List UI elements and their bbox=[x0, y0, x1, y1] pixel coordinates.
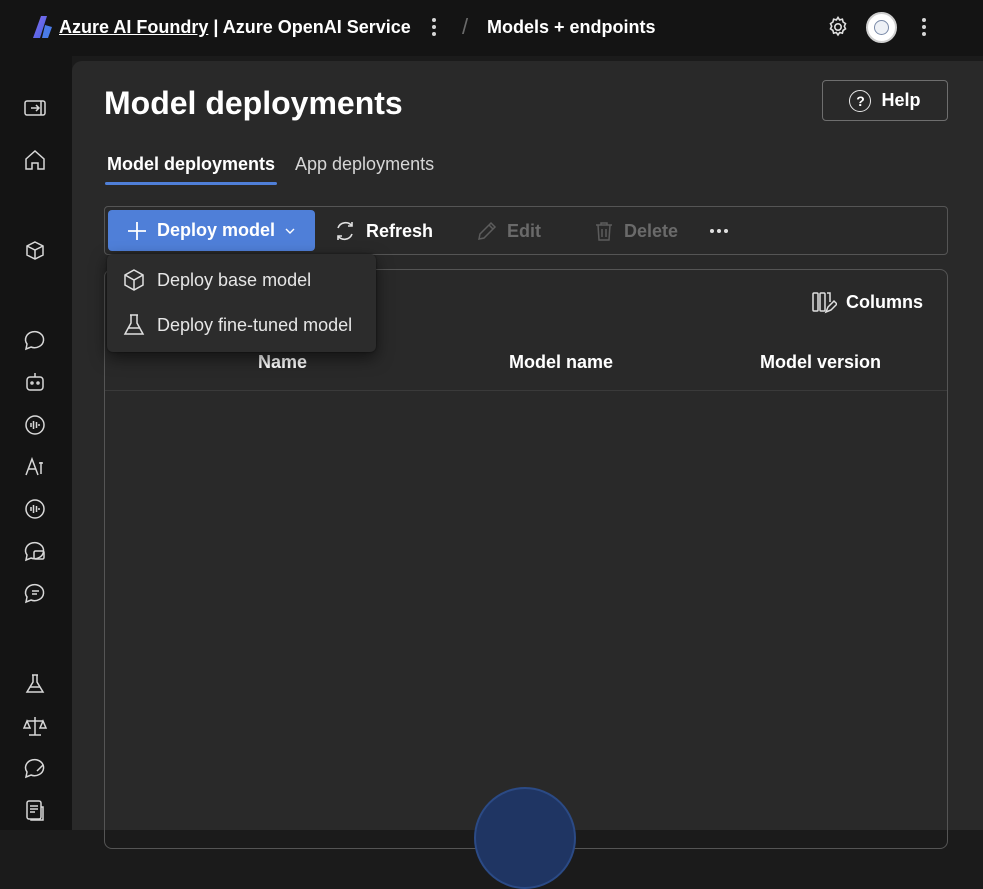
flask-icon bbox=[123, 314, 145, 335]
columns-label: Columns bbox=[846, 291, 924, 312]
column-header-model-version[interactable]: Model version bbox=[760, 352, 881, 373]
refresh-label: Refresh bbox=[366, 220, 434, 241]
help-circle-icon: ? bbox=[849, 89, 872, 112]
expand-icon[interactable] bbox=[22, 95, 48, 121]
assistant-bot-icon[interactable] bbox=[22, 369, 48, 395]
user-avatar[interactable] bbox=[866, 12, 897, 43]
data-files-icon[interactable] bbox=[22, 797, 48, 823]
top-bar: Azure AI Foundry | Azure OpenAI Service … bbox=[0, 0, 983, 56]
more-options-icon[interactable] bbox=[922, 18, 926, 36]
settings-gear-icon[interactable] bbox=[826, 15, 850, 39]
page-title: Model deployments bbox=[104, 85, 403, 121]
table-header-divider bbox=[105, 390, 947, 391]
tab-model-deployments[interactable]: Model deployments bbox=[107, 154, 275, 175]
empty-state-illustration bbox=[474, 787, 576, 889]
main-content: Model deployments ? Help Model deploymen… bbox=[72, 61, 983, 889]
chevron-down-icon bbox=[285, 228, 295, 234]
image-icon[interactable] bbox=[22, 538, 48, 564]
deployments-table: Columns Name Model name Model version bbox=[104, 269, 948, 889]
menu-item-deploy-base-model[interactable]: Deploy base model bbox=[107, 259, 376, 301]
fine-tuning-icon[interactable] bbox=[22, 671, 48, 697]
menu-item-label: Deploy base model bbox=[157, 269, 312, 290]
left-sidebar bbox=[0, 56, 72, 830]
text-to-speech-icon[interactable] bbox=[22, 454, 48, 480]
audio-icon[interactable] bbox=[22, 412, 48, 438]
pencil-icon bbox=[478, 221, 497, 240]
completions-icon[interactable] bbox=[22, 580, 48, 606]
more-actions-icon[interactable] bbox=[710, 229, 728, 233]
tab-app-deployments[interactable]: App deployments bbox=[295, 154, 434, 175]
edit-label: Edit bbox=[507, 220, 541, 241]
refresh-button[interactable]: Refresh bbox=[333, 211, 433, 251]
delete-button[interactable]: Delete bbox=[593, 211, 678, 251]
column-header-model-name[interactable]: Model name bbox=[509, 352, 613, 373]
deploy-model-menu: Deploy base model Deploy fine-tuned mode… bbox=[107, 254, 376, 352]
refresh-icon bbox=[337, 221, 353, 241]
brand-more-icon[interactable] bbox=[432, 18, 436, 36]
command-toolbar: Deploy model Refresh Edit Delete bbox=[104, 206, 948, 255]
cube-icon bbox=[124, 269, 144, 291]
brand-title: Azure AI Foundry | Azure OpenAI Service bbox=[59, 17, 411, 38]
menu-item-label: Deploy fine-tuned model bbox=[157, 314, 353, 335]
brand-link[interactable]: Azure AI Foundry bbox=[59, 17, 208, 37]
brand-separator: | bbox=[213, 17, 219, 37]
breadcrumb-current[interactable]: Models + endpoints bbox=[487, 17, 656, 38]
azure-ai-foundry-logo[interactable] bbox=[32, 16, 52, 38]
plus-icon bbox=[128, 221, 146, 240]
column-header-name[interactable]: Name bbox=[258, 352, 307, 373]
brand-service: Azure OpenAI Service bbox=[222, 17, 411, 37]
help-button[interactable]: ? Help bbox=[822, 80, 948, 121]
chat-icon[interactable] bbox=[22, 327, 48, 353]
deploy-model-button[interactable]: Deploy model bbox=[108, 210, 315, 251]
realtime-audio-icon[interactable] bbox=[22, 496, 48, 522]
active-tab-indicator bbox=[105, 182, 277, 185]
menu-item-deploy-fine-tuned-model[interactable]: Deploy fine-tuned model bbox=[107, 304, 376, 346]
columns-button[interactable]: Columns bbox=[811, 286, 923, 318]
home-icon[interactable] bbox=[22, 147, 48, 173]
edit-button[interactable]: Edit bbox=[476, 211, 541, 251]
trash-icon bbox=[596, 222, 612, 241]
deploy-model-label: Deploy model bbox=[157, 220, 276, 240]
safety-icon[interactable] bbox=[22, 713, 48, 739]
feedback-icon[interactable] bbox=[22, 755, 48, 781]
model-catalog-icon[interactable] bbox=[22, 238, 48, 264]
help-label: Help bbox=[881, 90, 921, 110]
breadcrumb-separator: / bbox=[462, 14, 469, 39]
delete-label: Delete bbox=[624, 220, 679, 241]
columns-icon bbox=[812, 292, 837, 314]
